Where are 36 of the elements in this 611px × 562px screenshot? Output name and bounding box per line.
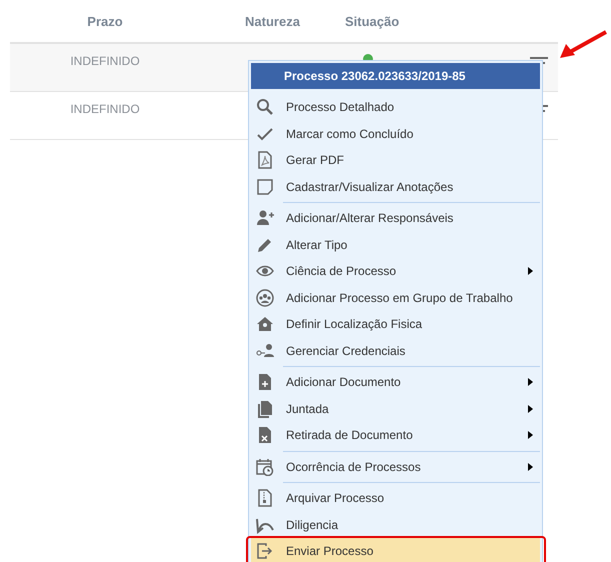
calendar-clock-icon xyxy=(256,458,274,476)
menu-title: Processo 23062.023633/2019-85 xyxy=(251,63,540,89)
pdf-file-icon xyxy=(256,151,274,170)
column-header: Natureza xyxy=(244,14,301,28)
key-user-icon xyxy=(256,342,274,360)
menu-item[interactable]: Adicionar Processo em Grupo de Trabalho xyxy=(251,284,540,311)
menu-item[interactable]: Gerar PDF xyxy=(251,147,540,174)
table-cell-text: INDEFINIDO xyxy=(69,54,141,68)
add-document-icon xyxy=(256,373,274,392)
menu-item[interactable]: Arquivar Processo xyxy=(251,485,540,512)
menu-item[interactable]: Diligencia xyxy=(251,512,540,538)
menu-item[interactable]: Alterar Tipo xyxy=(251,232,540,258)
menu-item[interactable]: Juntada xyxy=(251,396,540,422)
search-icon xyxy=(256,98,274,116)
column-header: Situação xyxy=(345,14,400,28)
arrow-annotation xyxy=(558,30,608,60)
menu-item[interactable]: Cadastrar/Visualizar Anotações xyxy=(251,174,540,200)
group-icon xyxy=(256,288,274,307)
note-icon xyxy=(256,178,274,196)
menu-item[interactable]: Ciência de Processo xyxy=(251,258,540,284)
menu-item[interactable]: Adicionar/Alterar Responsáveis xyxy=(251,205,540,232)
menu-item[interactable]: Definir Localização Fisica xyxy=(251,311,540,338)
remove-document-icon xyxy=(256,426,274,444)
menu-item[interactable]: Retirada de Documento xyxy=(251,422,540,448)
menu-item[interactable]: Gerenciar Credenciais xyxy=(251,338,540,364)
menu-item[interactable]: Ocorrência de Processos xyxy=(251,454,540,480)
documents-icon xyxy=(256,400,274,418)
exit-icon xyxy=(256,542,274,560)
archive-file-icon xyxy=(256,489,274,508)
house-icon xyxy=(256,315,274,334)
menu-item[interactable]: Adicionar Documento xyxy=(251,369,540,396)
column-header: Prazo xyxy=(86,14,124,28)
add-user-icon xyxy=(256,209,274,228)
menu-item[interactable]: Marcar como Concluído xyxy=(251,120,540,147)
table-cell-text: INDEFINIDO xyxy=(69,102,141,116)
menu-item[interactable]: Processo Detalhado xyxy=(251,94,540,120)
